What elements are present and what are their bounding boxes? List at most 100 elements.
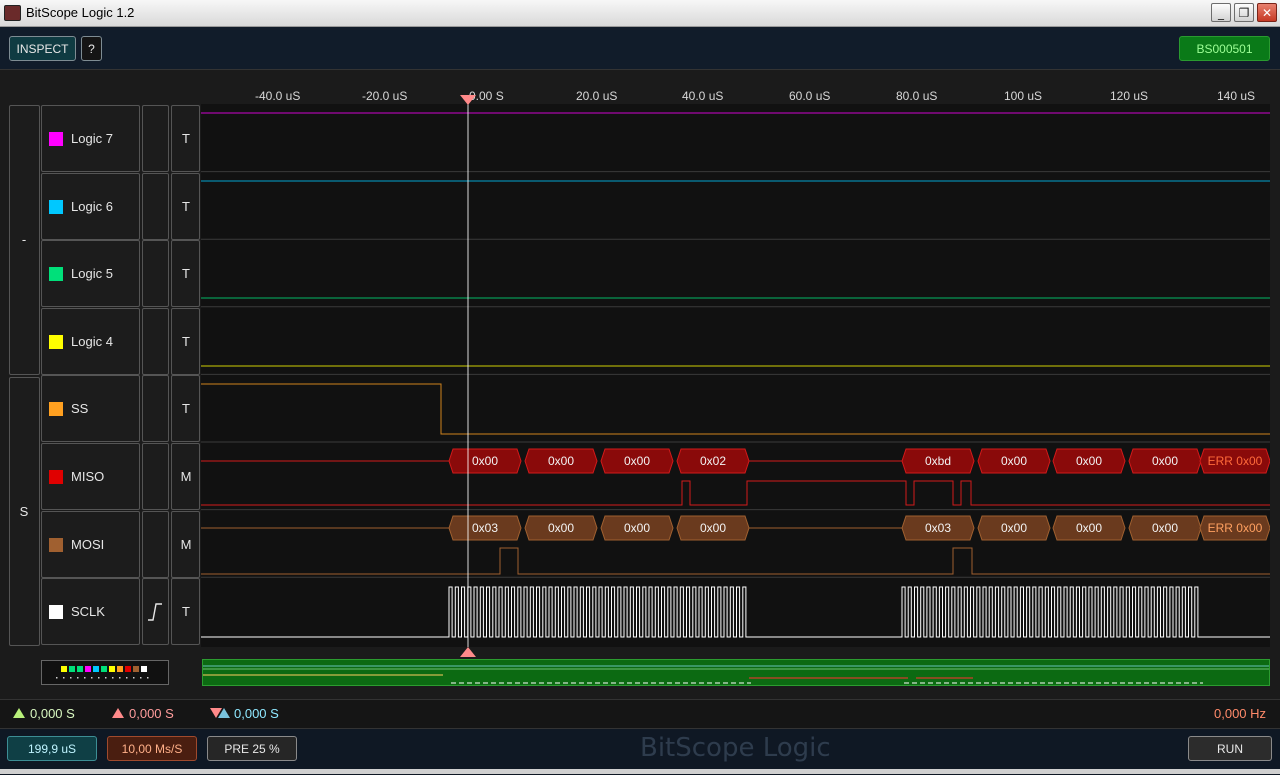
channel-mode-cell[interactable]: T <box>171 578 200 645</box>
channel-mode-cell[interactable]: T <box>171 308 200 375</box>
cursor-a-time: 0,000 S <box>30 706 75 721</box>
channel-color-swatch[interactable] <box>49 605 63 619</box>
mosi-decode-value: ERR 0x00 <box>1208 521 1263 535</box>
channel-color-swatch[interactable] <box>49 335 63 349</box>
channel-name: SS <box>71 401 89 416</box>
device-id-button[interactable]: BS000501 <box>1179 36 1270 61</box>
cursor-b-time: 0,000 S <box>129 706 174 721</box>
channel-label-cell[interactable]: Logic 6 <box>41 173 140 240</box>
channel-name: Logic 6 <box>71 199 113 214</box>
channel-name: Logic 5 <box>71 266 113 281</box>
time-tick-label: 20.0 uS <box>576 89 618 103</box>
channel-mode-cell[interactable]: M <box>171 511 200 578</box>
channel-name: Logic 4 <box>71 334 113 349</box>
legend-dot <box>119 677 121 679</box>
brand-watermark: BitScope Logic <box>640 733 831 763</box>
mosi-decode-value: 0x00 <box>1076 521 1102 535</box>
miso-decode-value: ERR 0x00 <box>1208 454 1263 468</box>
channel-mode-cell[interactable]: T <box>171 173 200 240</box>
channel-mode: T <box>182 401 190 416</box>
mosi-decode-value: 0x03 <box>472 521 498 535</box>
time-tick-label: 80.0 uS <box>896 89 938 103</box>
waveform-display[interactable]: 0x00 0x00 0x00 0x02 0xbd 0x00 0x00 0x00 ERR 0x00… <box>201 104 1270 647</box>
legend-dot <box>70 677 72 679</box>
legend-color-dot <box>109 666 115 672</box>
mosi-decode-value: 0x00 <box>1001 521 1027 535</box>
miso-decode-value: 0x00 <box>472 454 498 468</box>
help-button[interactable]: ? <box>81 36 102 61</box>
channel-name: MOSI <box>71 537 105 552</box>
legend-color-dot <box>85 666 91 672</box>
channel-color-swatch[interactable] <box>49 402 63 416</box>
legend-dot <box>133 677 135 679</box>
sample-rate-button[interactable]: 10,00 Ms/S <box>107 736 197 761</box>
close-button[interactable]: ✕ <box>1257 3 1277 22</box>
legend-dot <box>91 677 93 679</box>
time-tick-label: 140 uS <box>1217 89 1256 103</box>
sclk-trigger-cell[interactable] <box>142 580 169 646</box>
channel-trigger-cell[interactable] <box>142 375 169 442</box>
channel-trigger-cell[interactable] <box>142 308 169 375</box>
app-icon[interactable] <box>4 5 21 21</box>
cursor-b-icon[interactable] <box>111 707 125 719</box>
channel-trigger-cell[interactable] <box>142 443 169 510</box>
run-button[interactable]: RUN <box>1188 736 1272 761</box>
legend-color-dot <box>101 666 107 672</box>
mosi-decode-value: 0x00 <box>700 521 726 535</box>
miso-decode-value: 0x00 <box>624 454 650 468</box>
mosi-decode-value: 0x00 <box>1152 521 1178 535</box>
legend-color-dot <box>125 666 131 672</box>
channel-trigger-cell[interactable] <box>142 173 169 240</box>
group-cell-logic[interactable]: - <box>9 105 40 375</box>
channel-color-swatch[interactable] <box>49 470 63 484</box>
channel-color-legend[interactable] <box>41 660 169 685</box>
channel-label-cell[interactable]: Logic 7 <box>41 105 140 172</box>
time-tick-label: -20.0 uS <box>362 89 408 103</box>
minimize-button[interactable]: _ <box>1211 3 1231 22</box>
channel-mode-cell[interactable]: M <box>171 443 200 510</box>
channel-label-cell[interactable]: MISO <box>41 443 140 510</box>
channel-label-cell[interactable]: Logic 5 <box>41 240 140 307</box>
channel-label-cell[interactable]: SCLK <box>41 578 140 645</box>
channel-mode-cell[interactable]: T <box>171 375 200 442</box>
time-tick-label: 40.0 uS <box>682 89 724 103</box>
channel-color-swatch[interactable] <box>49 200 63 214</box>
channel-trigger-cell[interactable] <box>142 105 169 172</box>
capture-duration-button[interactable]: 199,9 uS <box>7 736 97 761</box>
cursor-a-icon[interactable] <box>12 707 26 719</box>
legend-color-dot <box>133 666 139 672</box>
channel-mode-cell[interactable]: T <box>171 240 200 307</box>
channel-trigger-cell[interactable] <box>142 511 169 578</box>
trigger-cursor-marker[interactable] <box>459 94 477 106</box>
time-tick-label: -40.0 uS <box>255 89 301 103</box>
time-tick-label: 100 uS <box>1004 89 1043 103</box>
cursor-status-bar <box>0 699 1280 728</box>
capture-overview[interactable] <box>202 659 1270 686</box>
channel-name: Logic 7 <box>71 131 113 146</box>
channel-label-cell[interactable]: Logic 4 <box>41 308 140 375</box>
legend-dot <box>147 677 149 679</box>
legend-dot <box>56 677 58 679</box>
pretrigger-button[interactable]: PRE 25 % <box>207 736 297 761</box>
channel-label-cell[interactable]: SS <box>41 375 140 442</box>
time-tick-label: 60.0 uS <box>789 89 831 103</box>
miso-decode-value: 0x00 <box>1076 454 1102 468</box>
channel-trigger-cell[interactable] <box>142 240 169 307</box>
mosi-decode-value: 0x03 <box>925 521 951 535</box>
channel-mode: T <box>182 131 190 146</box>
group-cell-spi[interactable]: S <box>9 377 40 646</box>
channel-color-swatch[interactable] <box>49 267 63 281</box>
inspect-button[interactable]: INSPECT <box>9 36 76 61</box>
channel-mode: M <box>180 469 192 484</box>
channel-label-cell[interactable]: MOSI <box>41 511 140 578</box>
channel-color-swatch[interactable] <box>49 132 63 146</box>
cursor-delta-icon[interactable] <box>209 707 231 719</box>
maximize-button[interactable]: ❐ <box>1234 3 1254 22</box>
mosi-decode-value: 0x00 <box>548 521 574 535</box>
overview-cursor-marker[interactable] <box>459 646 477 658</box>
legend-dot <box>126 677 128 679</box>
miso-decode-value: 0x00 <box>1001 454 1027 468</box>
channel-color-swatch[interactable] <box>49 538 63 552</box>
channel-mode-cell[interactable]: T <box>171 105 200 172</box>
rising-edge-icon <box>148 603 162 621</box>
